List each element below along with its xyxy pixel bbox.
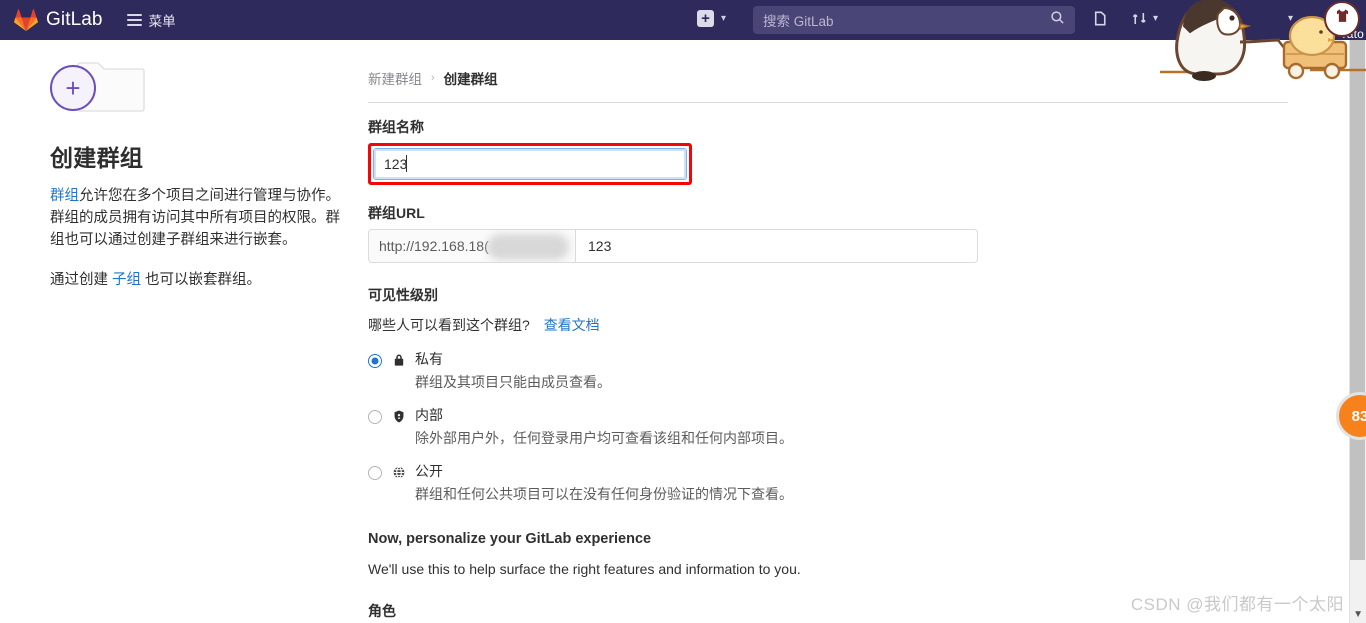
scroll-down-arrow-icon[interactable]: ▼ bbox=[1353, 610, 1363, 620]
main-menu-label: 菜单 bbox=[148, 14, 176, 29]
subgroup-description: 通过创建 子组 也可以嵌套群组。 bbox=[50, 269, 340, 291]
lock-icon bbox=[392, 353, 408, 373]
group-name-annotation-highlight bbox=[368, 143, 692, 185]
group-name-label: 群组名称 bbox=[368, 119, 424, 135]
page-content: + 创建群组 群组允许您在多个项目之间进行管理与协作。群组的成员拥有访问其中所有… bbox=[0, 40, 1366, 623]
create-group-form: 新建群组 › 创建群组 群组名称 群组URL http://192.168.18… bbox=[368, 68, 1298, 623]
subgroup-desc-before: 通过创建 bbox=[50, 272, 113, 289]
visibility-public-desc: 群组和任何公共项目可以在没有任何身份验证的情况下查看。 bbox=[415, 486, 793, 502]
csdn-watermark: CSDN @我们都有一个太阳 bbox=[1130, 595, 1344, 614]
groups-doc-link[interactable]: 群组 bbox=[50, 188, 79, 204]
breadcrumb-current: 创建群组 bbox=[443, 72, 498, 87]
merge-request-icon[interactable] bbox=[1131, 10, 1148, 32]
intro-panel: + 创建群组 群组允许您在多个项目之间进行管理与协作。群组的成员拥有访问其中所有… bbox=[50, 55, 340, 291]
gitlab-create-group-page: GitLab 菜单 + ▾ 搜索 GitLab ▾ ▾ rato + 创建群组 … bbox=[0, 0, 1366, 623]
floating-counter-value: 83 bbox=[1351, 407, 1366, 425]
top-navbar: GitLab 菜单 + ▾ 搜索 GitLab ▾ ▾ bbox=[0, 0, 1366, 40]
user-chevron-down-icon[interactable]: ▾ bbox=[1288, 14, 1293, 24]
hamburger-icon bbox=[126, 14, 142, 26]
visibility-doc-link[interactable]: 查看文档 bbox=[544, 317, 600, 333]
visibility-question-text: 哪些人可以看到这个群组? bbox=[368, 317, 530, 333]
todo-list-icon[interactable] bbox=[1186, 10, 1203, 32]
visibility-label: 可见性级别 bbox=[368, 287, 438, 303]
visibility-private-name: 私有 bbox=[415, 351, 443, 367]
group-url-prefix: http://192.168.18( bbox=[368, 229, 576, 263]
intro-description-rest: 允许您在多个项目之间进行管理与协作。群组的成员拥有访问其中所有项目的权限。群组也… bbox=[50, 188, 340, 249]
visibility-internal-desc: 除外部用户外，任何登录用户均可查看该组和任何内部项目。 bbox=[415, 430, 793, 446]
main-menu-button[interactable]: 菜单 bbox=[126, 10, 176, 30]
search-input-placeholder: 搜索 GitLab bbox=[763, 14, 834, 29]
search-bar[interactable]: 搜索 GitLab bbox=[753, 6, 1075, 34]
radio-internal[interactable] bbox=[368, 410, 382, 424]
avatar-shirt-icon bbox=[1333, 7, 1352, 31]
scrollbar-thumb[interactable] bbox=[1350, 40, 1365, 560]
personalize-title: Now, personalize your GitLab experience bbox=[368, 531, 652, 547]
page-title: 创建群组 bbox=[50, 145, 144, 171]
radio-private[interactable] bbox=[368, 354, 382, 368]
visibility-radio-group: 私有 群组及其项目只能由成员查看。 内部 除外部用户外，任何登录用户均可查看该组… bbox=[368, 351, 1298, 505]
folder-plus-icon: + bbox=[50, 55, 150, 117]
visibility-public-name: 公开 bbox=[415, 463, 443, 479]
group-url-label: 群组URL bbox=[368, 205, 425, 221]
shield-icon bbox=[392, 409, 408, 429]
intro-description: 群组允许您在多个项目之间进行管理与协作。群组的成员拥有访问其中所有项目的权限。群… bbox=[50, 185, 340, 251]
visibility-private-desc: 群组及其项目只能由成员查看。 bbox=[415, 374, 611, 390]
subgroup-doc-link[interactable]: 子组 bbox=[112, 272, 141, 288]
group-url-prefix-text: http://192.168.18( bbox=[379, 238, 489, 254]
visibility-option-private[interactable]: 私有 群组及其项目只能由成员查看。 bbox=[368, 351, 1298, 393]
visibility-question: 哪些人可以看到这个群组? 查看文档 bbox=[368, 315, 1298, 335]
group-url-group: http://192.168.18( bbox=[368, 229, 978, 263]
plus-icon: + bbox=[697, 10, 714, 27]
gitlab-tanuki-icon bbox=[14, 8, 38, 32]
issues-icon[interactable] bbox=[1092, 10, 1109, 32]
visibility-option-public[interactable]: 公开 群组和任何公共项目可以在没有任何身份验证的情况下查看。 bbox=[368, 463, 1298, 505]
search-icon bbox=[1050, 10, 1065, 30]
subgroup-desc-after: 也可以嵌套群组。 bbox=[141, 272, 262, 289]
personalize-subtitle: We'll use this to help surface the right… bbox=[368, 561, 801, 577]
merge-chevron-down-icon[interactable]: ▾ bbox=[1153, 14, 1158, 24]
plus-icon: + bbox=[50, 65, 96, 111]
divider bbox=[368, 102, 1288, 103]
avatar[interactable] bbox=[1324, 1, 1360, 37]
new-dropdown-button[interactable]: + ▾ bbox=[697, 10, 726, 27]
chevron-down-icon: ▾ bbox=[721, 12, 727, 24]
visibility-option-internal[interactable]: 内部 除外部用户外，任何登录用户均可查看该组和任何内部项目。 bbox=[368, 407, 1298, 449]
breadcrumb-separator-icon: › bbox=[431, 72, 435, 84]
breadcrumb-parent-link[interactable]: 新建群组 bbox=[368, 68, 422, 88]
radio-public[interactable] bbox=[368, 466, 382, 480]
text-caret bbox=[406, 155, 407, 172]
group-url-slug-input[interactable] bbox=[576, 229, 978, 263]
breadcrumb: 新建群组 › 创建群组 bbox=[368, 68, 1298, 88]
globe-icon bbox=[392, 465, 408, 485]
brand-title: GitLab bbox=[46, 9, 103, 30]
vertical-scrollbar[interactable]: ▼ bbox=[1349, 40, 1366, 623]
visibility-internal-name: 内部 bbox=[415, 407, 443, 423]
redaction-blur bbox=[487, 234, 569, 260]
group-name-input[interactable] bbox=[373, 148, 687, 180]
brand-home-link[interactable]: GitLab bbox=[14, 8, 103, 32]
